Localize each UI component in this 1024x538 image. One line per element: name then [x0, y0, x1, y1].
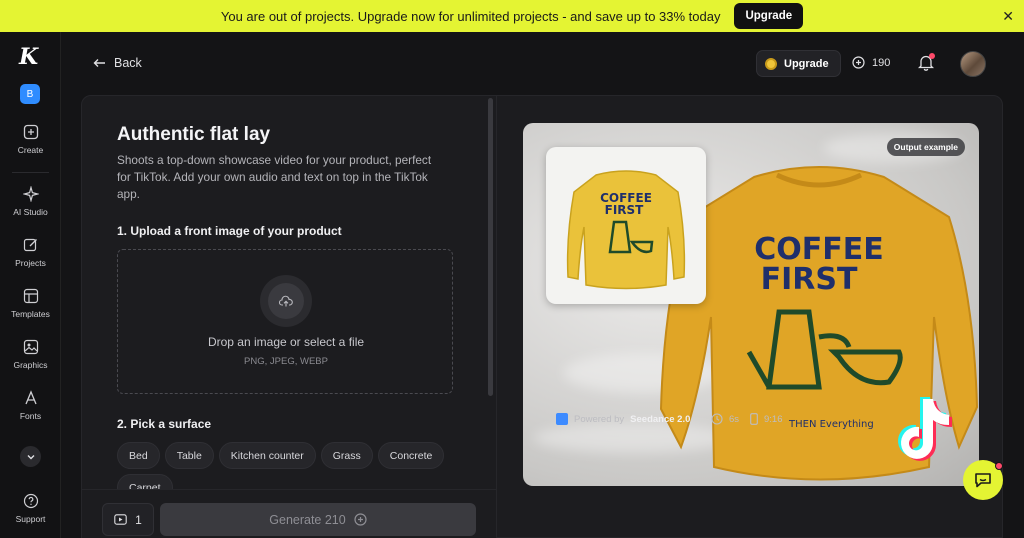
thumbnail-sweater-image: COFFEE FIRST — [566, 170, 686, 290]
sidebar-item-label: AI Studio — [13, 207, 48, 217]
phone-icon — [750, 413, 758, 425]
clock-icon — [711, 413, 723, 425]
surface-chip-kitchen-counter[interactable]: Kitchen counter — [218, 442, 316, 469]
chat-notification-dot — [995, 462, 1003, 470]
scrollbar[interactable] — [488, 98, 493, 396]
sidebar-item-templates[interactable]: Templates — [0, 288, 61, 319]
sidebar-item-label: Projects — [15, 258, 46, 268]
surface-chip-bed[interactable]: Bed — [117, 442, 160, 469]
generate-bar: 1 Generate 210 — [82, 489, 496, 538]
sidebar-item-label: Templates — [11, 309, 50, 319]
help-icon — [23, 493, 38, 509]
sidebar-item-label: Support — [15, 514, 46, 524]
upgrade-label: Upgrade — [784, 57, 829, 70]
dropzone-formats: PNG, JPEG, WEBP — [244, 356, 328, 367]
image-icon — [23, 339, 38, 355]
banner-text: You are out of projects. Upgrade now for… — [220, 8, 721, 24]
divider — [12, 172, 49, 173]
edit-icon — [23, 238, 37, 252]
generate-button[interactable]: Generate 210 — [160, 503, 476, 536]
powered-by: Powered by Seedance 2.0 — [556, 413, 690, 425]
surface-chip-table[interactable]: Table — [164, 442, 214, 469]
sidebar-item-label: Graphics — [13, 360, 48, 370]
generate-label: Generate 210 — [269, 512, 346, 527]
aspect-ratio-value: 9:16 — [764, 413, 783, 425]
sidebar-item-label: Create — [17, 145, 44, 155]
upgrade-button[interactable]: Upgrade — [756, 50, 841, 77]
surface-chip-concrete[interactable]: Concrete — [377, 442, 445, 469]
output-example-preview: COFFEE FIRST THEN Everything COFFEE FIRS… — [523, 123, 979, 486]
upgrade-banner: You are out of projects. Upgrade now for… — [0, 0, 1024, 32]
font-icon — [24, 390, 37, 405]
surface-section-label: 2. Pick a surface — [117, 417, 212, 431]
model-name: Seedance 2.0 — [630, 413, 691, 425]
video-count-selector[interactable]: 1 — [102, 503, 154, 536]
video-icon — [114, 514, 127, 525]
more-button[interactable] — [20, 446, 41, 467]
upload-dropzone[interactable]: Drop an image or select a file PNG, JPEG… — [117, 249, 453, 394]
avatar[interactable] — [960, 51, 986, 77]
video-count: 1 — [135, 512, 142, 527]
output-example-badge: Output example — [886, 138, 965, 156]
credits-counter[interactable]: 190 — [852, 56, 890, 69]
chat-icon — [975, 473, 991, 488]
back-button[interactable]: Back — [93, 56, 142, 70]
dropzone-text: Drop an image or select a file — [207, 335, 365, 349]
duration-value: 6s — [729, 413, 740, 425]
duration: 6s — [711, 413, 739, 425]
sidebar-item-label: Fonts — [19, 411, 42, 421]
banner-upgrade-button[interactable]: Upgrade — [734, 3, 804, 29]
coin-icon — [765, 57, 777, 70]
powered-by-prefix: Powered by — [574, 413, 625, 425]
product-thumbnail: COFFEE FIRST — [546, 147, 706, 304]
page-description: Shoots a top-down showcase video for you… — [117, 153, 432, 201]
svg-text:THEN Everything: THEN Everything — [788, 419, 874, 430]
sidebar-item-support[interactable]: Support — [0, 493, 61, 524]
aspect-ratio: 9:16 — [750, 413, 783, 425]
surface-options: Bed Table Kitchen counter Grass Concrete — [117, 442, 445, 469]
plus-square-icon — [23, 124, 38, 140]
sidebar-item-fonts[interactable]: Fonts — [0, 390, 61, 421]
form-column: Authentic flat lay Shoots a top-down sho… — [82, 96, 497, 538]
sidebar-item-ai-studio[interactable]: AI Studio — [0, 186, 61, 217]
sparkle-icon — [22, 186, 39, 202]
plus-circle-icon — [852, 56, 865, 69]
close-icon[interactable]: ✕ — [1002, 8, 1014, 25]
main-panel: Authentic flat lay Shoots a top-down sho… — [81, 95, 1003, 538]
surface-chip-grass[interactable]: Grass — [320, 442, 373, 469]
sidebar-item-projects[interactable]: Projects — [0, 237, 61, 268]
sidebar: K B Create AI Studio Projects Templates … — [0, 32, 61, 538]
page-title: Authentic flat lay — [117, 124, 271, 145]
svg-text:FIRST: FIRST — [605, 203, 645, 217]
back-label: Back — [114, 56, 142, 70]
upload-cloud-icon — [279, 295, 293, 307]
chevron-down-icon — [27, 454, 34, 459]
upload-section-label: 1. Upload a front image of your product — [117, 224, 342, 238]
plus-circle-icon — [354, 513, 367, 526]
logo[interactable]: K — [19, 44, 38, 70]
credits-value: 190 — [872, 56, 891, 69]
svg-text:FIRST: FIRST — [761, 262, 858, 297]
upload-button[interactable] — [260, 275, 312, 327]
sidebar-item-create[interactable]: Create — [0, 124, 61, 155]
arrow-left-icon — [93, 59, 105, 67]
tiktok-icon — [898, 397, 952, 461]
workspace-badge[interactable]: B — [20, 84, 40, 104]
notification-dot — [929, 53, 935, 59]
seedance-icon — [556, 413, 568, 425]
template-icon — [23, 288, 38, 304]
sidebar-item-graphics[interactable]: Graphics — [0, 339, 61, 370]
